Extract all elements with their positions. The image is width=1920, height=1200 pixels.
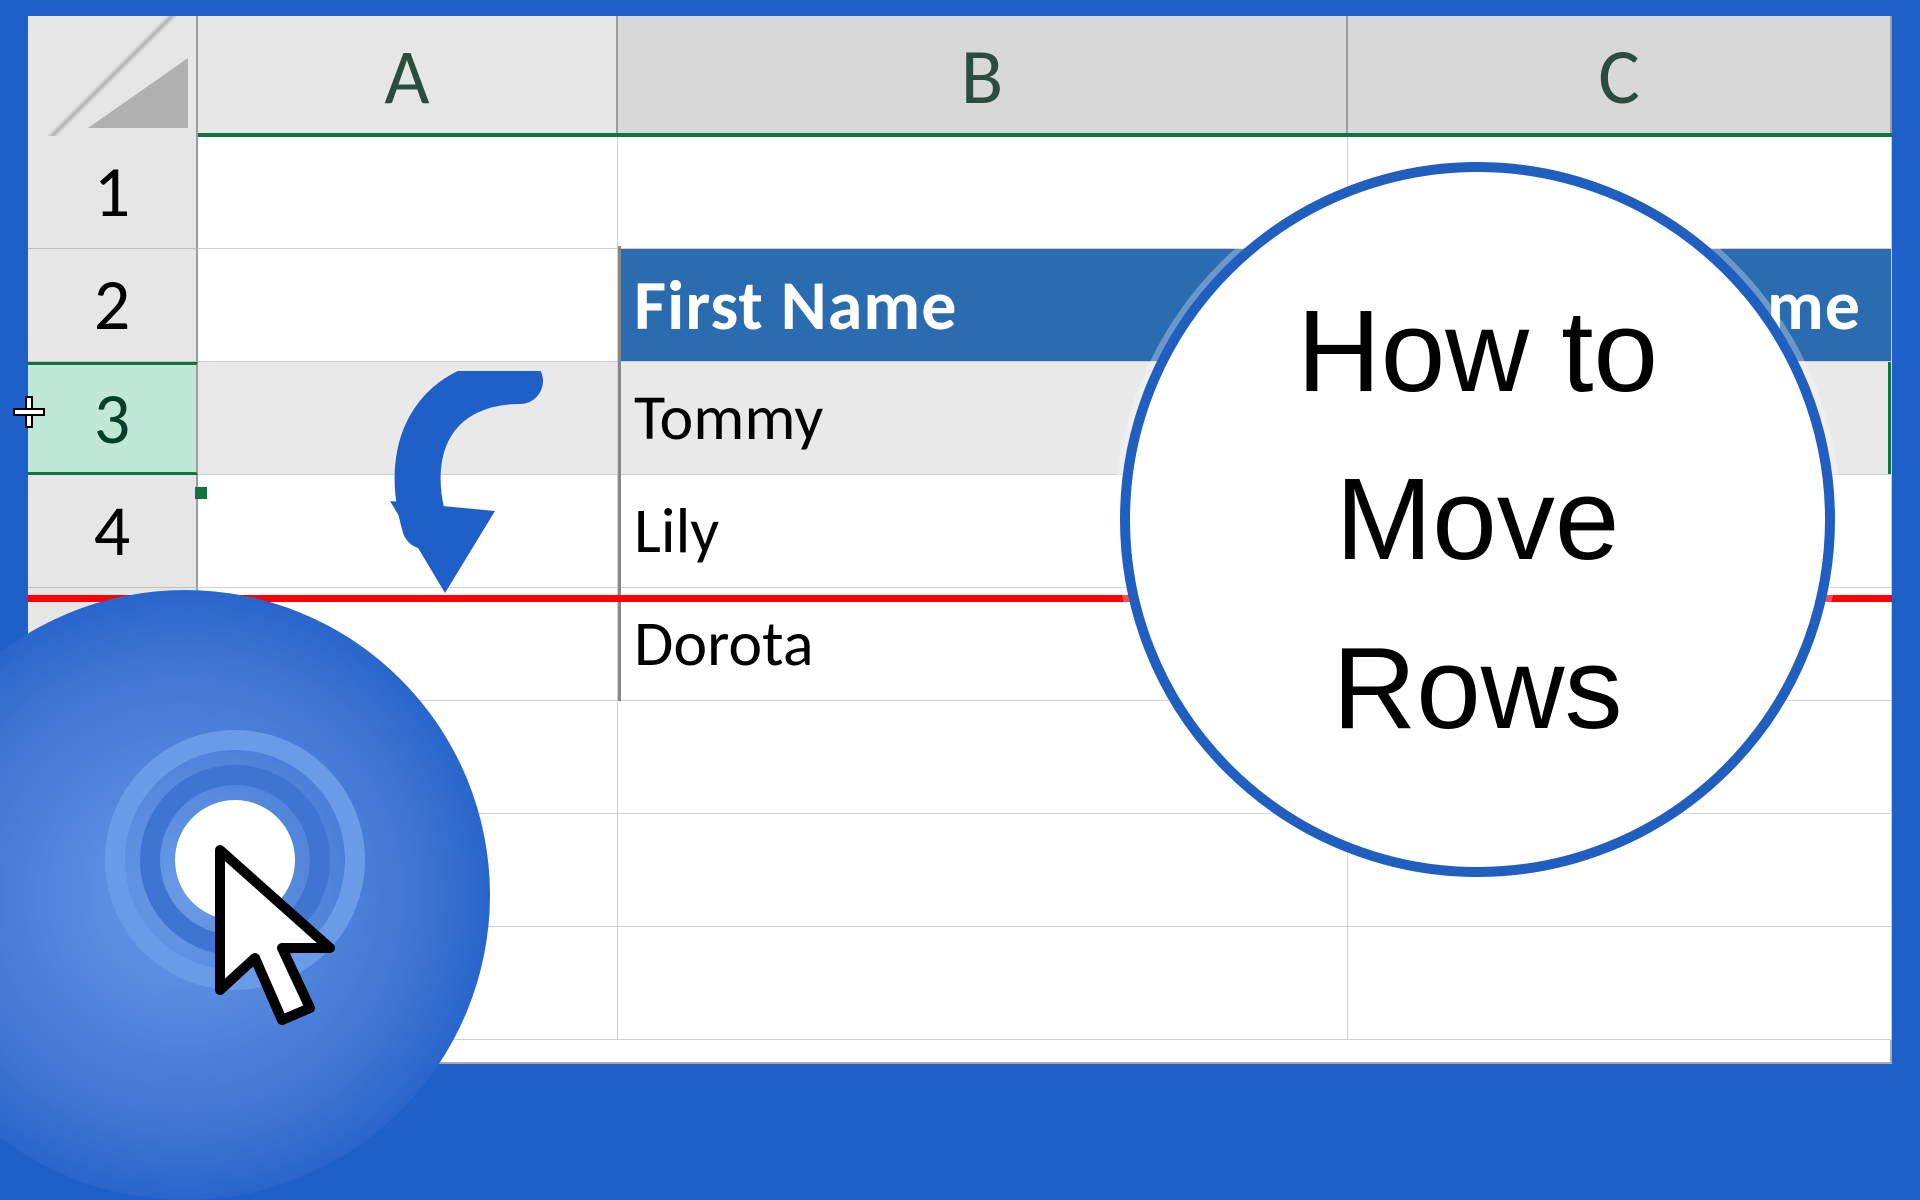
- column-header-B[interactable]: B: [618, 16, 1348, 136]
- cell-A1[interactable]: [198, 136, 618, 249]
- fill-handle[interactable]: [195, 487, 207, 499]
- table-left-border: [618, 246, 621, 701]
- cell-B7[interactable]: [618, 814, 1348, 927]
- callout-text: How to Move Rows: [1297, 267, 1658, 772]
- row-header-3[interactable]: 3: [28, 362, 198, 475]
- insert-cursor-icon: [12, 395, 46, 429]
- move-arrow-icon: [370, 371, 590, 596]
- selection-border-top: [198, 133, 1892, 137]
- row-header-4[interactable]: 4: [28, 475, 198, 588]
- column-header-C[interactable]: C: [1348, 16, 1892, 136]
- cell-B8[interactable]: [618, 927, 1348, 1040]
- cell-C8[interactable]: [1348, 927, 1892, 1040]
- column-header-A[interactable]: A: [198, 16, 618, 136]
- callout-line2: Move: [1336, 454, 1620, 584]
- cell-A2[interactable]: [198, 249, 618, 362]
- row-header-1[interactable]: 1: [28, 136, 198, 249]
- column-headers: A B C: [28, 16, 1892, 136]
- callout-line1: How to: [1297, 286, 1658, 416]
- select-all-corner[interactable]: [28, 16, 198, 136]
- row-header-2[interactable]: 2: [28, 249, 198, 362]
- cursor-arrow-icon: [200, 840, 360, 1040]
- cell-B1[interactable]: [618, 136, 1348, 249]
- callout-line3: Rows: [1332, 623, 1622, 753]
- title-callout: How to Move Rows: [1120, 162, 1835, 877]
